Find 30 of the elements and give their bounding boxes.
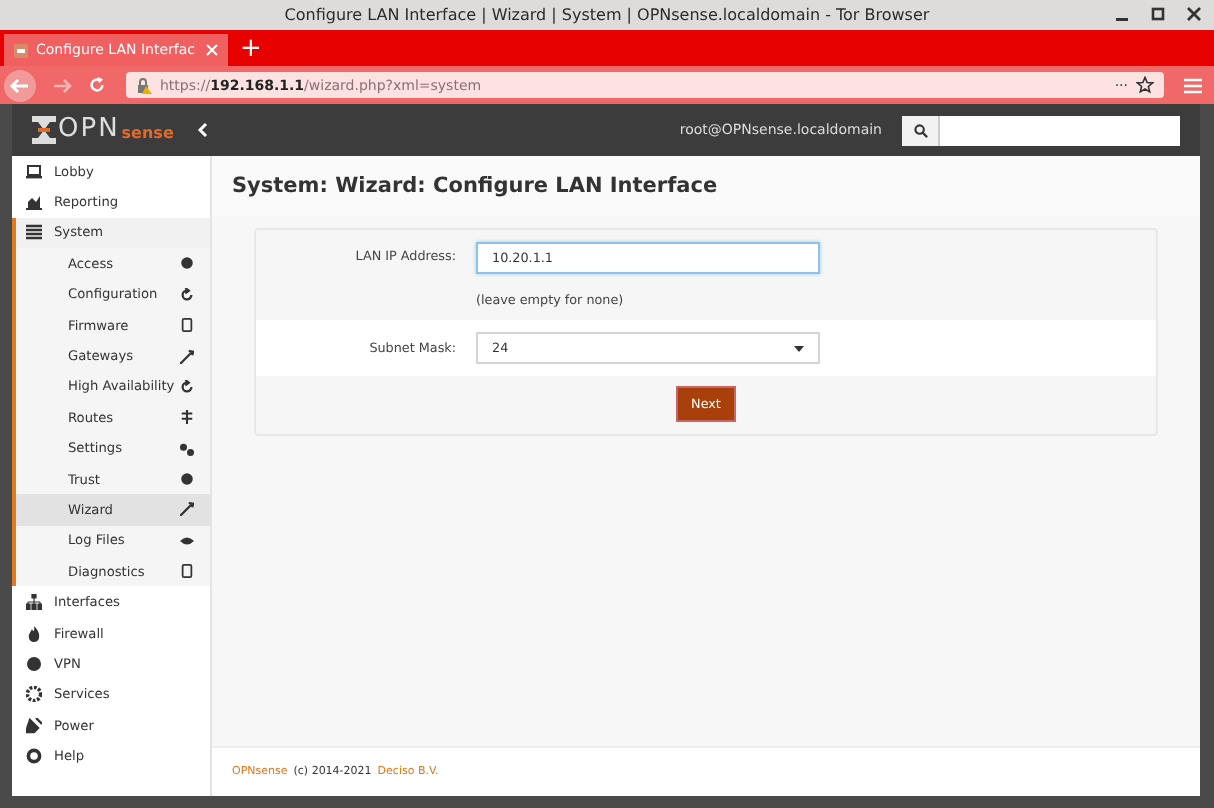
list-icon [26,224,42,241]
lock-warning-icon [136,77,152,93]
close-tab-icon[interactable] [206,44,218,56]
window-title: Configure LAN Interface | Wizard | System | OPNsense.localdomain - Tor Browser [284,6,930,24]
history-icon [180,287,194,302]
logo-icon [32,116,56,144]
sync-icon [180,379,194,394]
favicon-icon [14,43,28,57]
reload-icon[interactable] [88,76,106,94]
eye-icon [180,533,194,548]
laptop-icon [26,163,42,180]
chart-icon [26,194,42,211]
new-tab-button[interactable]: + [240,34,262,66]
maximize-icon[interactable] [1150,6,1166,22]
star-icon[interactable] [1136,76,1154,94]
road-icon [180,410,194,425]
search-button[interactable] [902,115,940,145]
fire-icon [26,625,42,642]
search-field[interactable] [940,115,1180,145]
menu-icon[interactable] [1184,77,1202,93]
collapse-icon[interactable] [196,122,208,138]
sitemap-icon [26,594,42,611]
back-icon[interactable] [4,69,36,101]
logo-accent-text: sense [121,124,174,144]
caret-icon [794,345,804,351]
tablet-icon [180,318,194,333]
search-icon [913,123,927,137]
circle-icon [180,472,194,487]
logo-text: OPN [58,116,120,144]
close-icon[interactable] [1186,6,1202,22]
